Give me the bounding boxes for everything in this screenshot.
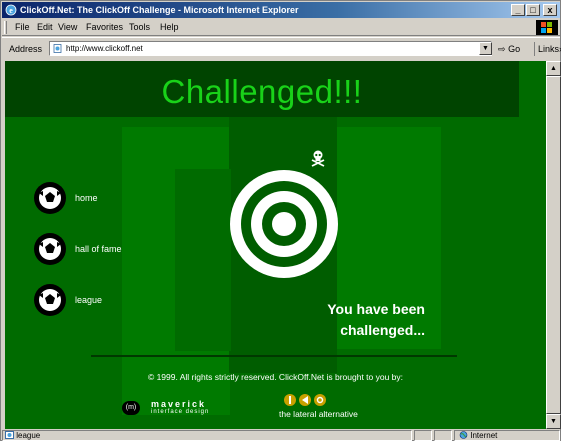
windows-logo-icon	[541, 22, 552, 33]
maverick-logo[interactable]: (m) maverick interface design	[122, 397, 232, 419]
address-label: Address	[9, 44, 43, 54]
page-banner: Challenged!!!	[5, 61, 519, 117]
skull-crossbones-icon	[311, 150, 325, 167]
menu-bar: File Edit View Favorites Tools Help	[2, 19, 560, 36]
scroll-up-arrow-icon[interactable]: ▲	[546, 61, 561, 76]
security-zone-cell: Internet	[454, 430, 560, 441]
soccer-ball-icon	[34, 233, 66, 265]
browser-window: e ClickOff.Net: The ClickOff Challenge -…	[0, 0, 561, 441]
status-cell-blank-1	[414, 430, 432, 441]
menu-file[interactable]: File	[15, 22, 30, 32]
address-bar: Address http://www.clickoff.net ▼ ⇨ Go L…	[2, 37, 561, 59]
title-bar[interactable]: e ClickOff.Net: The ClickOff Challenge -…	[2, 2, 560, 18]
nav-item-league[interactable]: league	[33, 283, 173, 319]
nav-label-home: home	[75, 193, 98, 203]
toolbar-grip[interactable]	[4, 21, 7, 34]
soccer-ball-icon	[34, 284, 66, 316]
nav-item-home[interactable]: home	[33, 181, 173, 217]
address-url: http://www.clickoff.net	[66, 44, 143, 53]
close-button[interactable]: x	[543, 4, 557, 16]
status-bar: league Internet	[2, 430, 560, 441]
nav-label-league: league	[75, 295, 103, 305]
page-title: Challenged!!!	[161, 73, 363, 110]
soccer-ball-icon	[34, 182, 66, 214]
go-label: Go	[508, 44, 521, 54]
background-notch	[175, 169, 231, 351]
challenge-line-2: challenged...	[340, 322, 425, 338]
status-cell-blank-2	[434, 430, 452, 441]
security-zone-label: Internet	[470, 431, 498, 440]
minimize-button[interactable]: _	[511, 4, 525, 16]
menu-favorites[interactable]: Favorites	[86, 22, 123, 32]
scroll-thumb[interactable]	[546, 76, 561, 414]
status-text-cell: league	[2, 430, 412, 441]
internet-explorer-icon: e	[5, 4, 17, 16]
lateral-dots-icon	[284, 394, 326, 406]
links-label: Links	[538, 44, 560, 54]
page-icon	[53, 44, 62, 53]
go-arrow-icon: ⇨	[498, 44, 506, 54]
copyright-text: © 1999. All rights strictly reserved. Cl…	[147, 372, 404, 382]
page-status-icon	[5, 431, 14, 439]
lateral-alternative-logo[interactable]: the lateral alternative	[279, 393, 389, 421]
globe-icon	[459, 431, 468, 439]
vertical-scrollbar[interactable]: ▲ ▼	[546, 61, 561, 429]
nav-item-hall-of-fame[interactable]: hall of fame	[33, 232, 173, 268]
footer-divider	[91, 355, 457, 357]
maverick-name: maverick	[151, 399, 207, 409]
lateral-tagline: the lateral alternative	[279, 409, 358, 419]
menu-tools[interactable]: Tools	[129, 22, 150, 32]
links-button[interactable]: Links»	[534, 42, 561, 56]
address-dropdown-button[interactable]: ▼	[479, 42, 492, 55]
menu-help[interactable]: Help	[160, 22, 179, 32]
maverick-subtitle: interface design	[151, 409, 210, 415]
menu-view[interactable]: View	[58, 22, 77, 32]
page-content: Challenged!!! home hall of fame league Y…	[5, 61, 546, 429]
challenge-message: You have been challenged...	[275, 299, 425, 341]
window-title: ClickOff.Net: The ClickOff Challenge - M…	[20, 5, 299, 15]
nav-label-hall-of-fame: hall of fame	[75, 244, 122, 254]
menu-edit[interactable]: Edit	[37, 22, 53, 32]
challenge-line-1: You have been	[327, 301, 425, 317]
scroll-down-arrow-icon[interactable]: ▼	[546, 414, 561, 429]
windows-throbber	[536, 20, 558, 35]
target-icon	[230, 170, 338, 278]
maximize-button[interactable]: □	[526, 4, 540, 16]
address-input[interactable]: http://www.clickoff.net	[49, 41, 492, 56]
svg-text:e: e	[9, 6, 13, 15]
status-text: league	[16, 431, 41, 440]
go-button[interactable]: ⇨ Go	[498, 42, 528, 56]
maverick-badge-icon: (m)	[122, 401, 140, 415]
